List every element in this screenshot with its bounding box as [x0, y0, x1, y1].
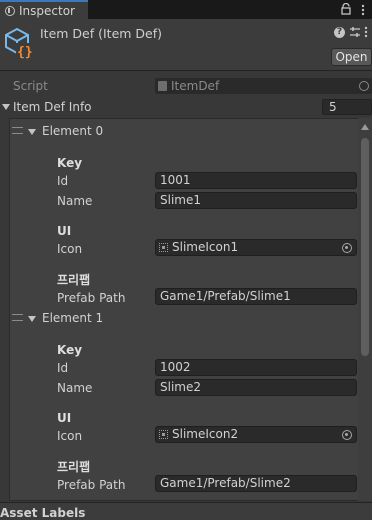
list-size-field[interactable]: 5	[322, 99, 372, 115]
scriptable-object-icon: {}	[5, 27, 33, 59]
scroll-up-arrow-icon[interactable]	[361, 124, 369, 130]
name-field[interactable]: Slime1	[155, 192, 357, 209]
settings-icon[interactable]	[349, 26, 361, 38]
sprite-icon	[159, 243, 168, 252]
field-label-name: Name	[57, 194, 93, 208]
tab-label: Inspector	[19, 3, 75, 18]
element-label[interactable]: Element 1	[42, 311, 103, 325]
inspector-icon	[5, 5, 15, 16]
prefab-path-field[interactable]: Game1/Prefab/Slime2	[155, 475, 357, 492]
icon-object-field[interactable]: SlimeIcon2	[155, 426, 357, 443]
object-picker-icon[interactable]	[342, 430, 352, 440]
group-header-prefab: 프리팹	[57, 273, 91, 287]
foldout-arrow-icon[interactable]	[28, 315, 36, 323]
field-label-id: Id	[57, 361, 69, 375]
prefab-path-field[interactable]: Game1/Prefab/Slime1	[155, 288, 357, 305]
asset-title: Item Def (Item Def)	[40, 26, 163, 41]
open-button[interactable]: Open	[331, 48, 372, 66]
script-file-icon	[158, 81, 167, 91]
more-icon[interactable]	[364, 26, 368, 38]
group-header-prefab: 프리팹	[57, 460, 91, 474]
group-header-key: Key	[57, 343, 83, 357]
help-icon[interactable]: ?	[334, 27, 345, 38]
field-label-icon: Icon	[57, 242, 83, 256]
drag-handle-icon[interactable]	[12, 127, 23, 134]
name-field[interactable]: Slime2	[155, 379, 357, 396]
asset-labels-title[interactable]: Asset Labels	[0, 506, 85, 520]
field-label-prefab-path: Prefab Path	[57, 478, 126, 492]
scrollbar-thumb[interactable]	[361, 138, 369, 356]
menu-icon[interactable]	[358, 4, 368, 16]
object-picker-icon[interactable]	[342, 243, 352, 253]
id-field[interactable]: 1001	[155, 172, 357, 189]
sprite-icon	[159, 430, 168, 439]
field-label-id: Id	[57, 174, 69, 188]
field-label-icon: Icon	[57, 429, 83, 443]
field-label-prefab-path: Prefab Path	[57, 291, 126, 305]
group-header-key: Key	[57, 156, 83, 170]
icon-value: SlimeIcon1	[172, 240, 239, 254]
foldout-arrow-icon[interactable]	[2, 103, 10, 111]
group-header-ui: UI	[57, 411, 72, 425]
tab-inspector[interactable]: Inspector	[0, 0, 88, 19]
script-label: Script	[13, 79, 48, 93]
id-field[interactable]: 1002	[155, 359, 357, 376]
script-field[interactable]: ItemDef	[155, 78, 372, 94]
icon-object-field[interactable]: SlimeIcon1	[155, 239, 357, 256]
svg-text:{}: {}	[17, 45, 33, 59]
asset-labels-bar: Asset Labels	[0, 502, 372, 520]
drag-handle-icon[interactable]	[12, 314, 23, 321]
field-label-name: Name	[57, 381, 93, 395]
inspector-header: {} Item Def (Item Def) ? Open	[0, 19, 372, 71]
script-value: ItemDef	[171, 79, 220, 93]
foldout-arrow-icon[interactable]	[28, 128, 36, 136]
tab-bar: Inspector	[0, 0, 372, 19]
group-header-ui: UI	[57, 224, 72, 238]
list-label[interactable]: Item Def Info	[13, 100, 92, 114]
element-label[interactable]: Element 0	[42, 124, 103, 138]
lock-icon[interactable]	[340, 3, 352, 15]
icon-value: SlimeIcon2	[172, 427, 239, 441]
target-icon[interactable]	[359, 81, 369, 91]
